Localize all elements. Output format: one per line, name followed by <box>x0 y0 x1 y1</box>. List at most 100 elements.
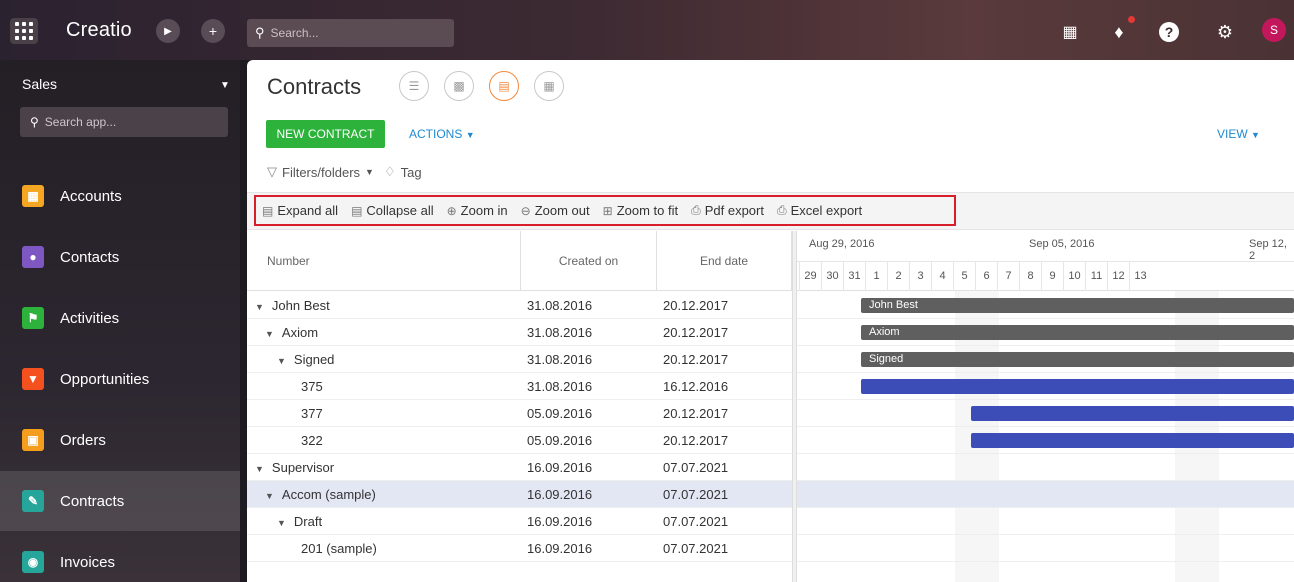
cell-number: 377 <box>301 406 323 421</box>
app-search-input[interactable]: ⚲ Search app... <box>20 107 228 137</box>
zoom-in-button[interactable]: ⊕ Zoom in <box>447 203 508 218</box>
sidebar-item-accounts[interactable]: ▦ Accounts <box>0 166 240 226</box>
chevron-down-icon[interactable]: ▼ <box>220 80 230 91</box>
table-row[interactable]: ▼ Axiom 31.08.2016 20.12.2017 <box>247 319 792 346</box>
table-row[interactable]: ▼ Supervisor 16.09.2016 07.07.2021 <box>247 454 792 481</box>
dashboard-view-button[interactable]: ▦ <box>534 71 564 101</box>
avatar[interactable]: S <box>1262 18 1286 42</box>
add-button[interactable]: + <box>201 19 225 43</box>
sidebar-item-orders[interactable]: ▣ Orders <box>0 410 240 470</box>
day-label: 1 <box>865 261 887 291</box>
header-created-on[interactable]: Created on <box>521 231 657 291</box>
cell-number: ▼ Accom (sample) <box>265 487 376 502</box>
excel-export-label: Excel export <box>790 203 863 218</box>
cell-end-date: 20.12.2017 <box>663 325 729 340</box>
notifications-button[interactable]: ♦ <box>1107 20 1131 44</box>
sidebar-item-contracts[interactable]: ✎ Contracts <box>0 471 240 531</box>
cell-created-on: 05.09.2016 <box>527 406 593 421</box>
help-button[interactable]: ? <box>1157 20 1181 44</box>
settings-button[interactable]: ⚙ <box>1213 20 1237 44</box>
plus-icon: + <box>208 23 218 39</box>
main-panel: Contracts ☰ ▩ ▤ ▦ NEW CONTRACT ACTIONS ▼… <box>247 60 1294 582</box>
chevron-down-icon[interactable]: ▼ <box>265 329 274 339</box>
cell-number-text: Accom (sample) <box>281 487 376 502</box>
chevron-down-icon[interactable]: ▼ <box>265 491 274 501</box>
gantt-bar[interactable]: Signed <box>861 352 1294 367</box>
collapse-icon: ▤ <box>351 203 363 218</box>
view-dropdown[interactable]: VIEW ▼ <box>1217 127 1260 141</box>
day-label: 11 <box>1085 261 1107 291</box>
cell-number-text: 201 (sample) <box>301 541 377 556</box>
table-row[interactable]: 201 (sample) 16.09.2016 07.07.2021 <box>247 535 792 562</box>
list-view-button[interactable]: ☰ <box>399 71 429 101</box>
sidebar-item-label: Activities <box>60 309 120 327</box>
header-number[interactable]: Number <box>247 231 521 291</box>
filter-icon: ▽ <box>267 164 277 179</box>
header-end-date[interactable]: End date <box>657 231 792 291</box>
pdf-icon: ⎙ <box>691 203 701 217</box>
cell-number: 201 (sample) <box>301 541 377 556</box>
grid-icon <box>15 22 33 40</box>
sidebar-item-invoices[interactable]: ◉ Invoices <box>0 532 240 582</box>
search-icon: ⚲ <box>255 25 265 40</box>
table-row[interactable]: 377 05.09.2016 20.12.2017 <box>247 400 792 427</box>
chevron-down-icon[interactable]: ▼ <box>277 518 286 528</box>
list-icon: ☰ <box>408 79 420 93</box>
bell-icon: ♦ <box>1114 21 1124 42</box>
cell-number-text: 375 <box>301 379 323 394</box>
chevron-down-icon[interactable]: ▼ <box>365 167 374 177</box>
collapse-all-button[interactable]: ▤ Collapse all <box>351 203 434 218</box>
cart-icon: ▣ <box>22 429 44 451</box>
day-label: 3 <box>909 261 931 291</box>
gantt-view-button[interactable]: ▤ <box>489 71 519 101</box>
gantt-row <box>797 454 1294 481</box>
new-contract-button[interactable]: NEW CONTRACT <box>266 120 385 148</box>
table-row[interactable]: ▼ Signed 31.08.2016 20.12.2017 <box>247 346 792 373</box>
gantt-bar[interactable]: John Best <box>861 298 1294 313</box>
global-search-input[interactable]: ⚲ Search... <box>247 19 454 47</box>
table-row[interactable]: 375 31.08.2016 16.12.2016 <box>247 373 792 400</box>
gantt-bar[interactable] <box>971 406 1294 421</box>
day-label: 30 <box>821 261 843 291</box>
apps-grid-button[interactable] <box>10 18 38 44</box>
actions-dropdown[interactable]: ACTIONS ▼ <box>409 127 475 141</box>
cell-number: ▼ Signed <box>277 352 334 367</box>
tag-button[interactable]: Tag <box>401 165 422 180</box>
excel-export-button[interactable]: ⎙ Excel export <box>777 203 862 218</box>
chevron-down-icon: ▼ <box>465 130 475 140</box>
expand-all-button[interactable]: ▤ Expand all <box>262 203 338 218</box>
cell-end-date: 20.12.2017 <box>663 406 729 421</box>
cell-end-date: 07.07.2021 <box>663 541 729 556</box>
gantt-bar-label: Signed <box>869 353 904 365</box>
cell-number-text: Signed <box>293 352 335 367</box>
workplace-title[interactable]: Sales <box>22 76 57 92</box>
table-row[interactable]: ▼ Accom (sample) 16.09.2016 07.07.2021 <box>247 481 792 508</box>
day-label: 2 <box>887 261 909 291</box>
sidebar-item-activities[interactable]: ⚑ Activities <box>0 288 240 348</box>
chevron-down-icon[interactable]: ▼ <box>255 302 264 312</box>
gantt-bar[interactable] <box>861 379 1294 394</box>
sidebar-item-contacts[interactable]: ● Contacts <box>0 227 240 287</box>
day-label: 13 <box>1129 261 1151 291</box>
gantt-bar[interactable]: Axiom <box>861 325 1294 340</box>
week-label: Sep 12, 2 <box>1249 238 1287 262</box>
app-hub-button[interactable]: ▦ <box>1058 20 1082 44</box>
zoom-out-button[interactable]: ⊖ Zoom out <box>521 203 590 218</box>
table-row[interactable]: ▼ John Best 31.08.2016 20.12.2017 <box>247 292 792 319</box>
chevron-down-icon[interactable]: ▼ <box>277 356 286 366</box>
table-row[interactable]: ▼ Draft 16.09.2016 07.07.2021 <box>247 508 792 535</box>
gantt-row: Signed <box>797 346 1294 373</box>
expand-all-label: Expand all <box>277 203 339 218</box>
cell-end-date: 07.07.2021 <box>663 487 729 502</box>
filters-folders-button[interactable]: Filters/folders <box>282 165 360 180</box>
gear-icon: ⚙ <box>1216 21 1234 42</box>
sidebar-item-opportunities[interactable]: ▼ Opportunities <box>0 349 240 409</box>
analytics-view-button[interactable]: ▩ <box>444 71 474 101</box>
table-row[interactable]: 322 05.09.2016 20.12.2017 <box>247 427 792 454</box>
chevron-down-icon[interactable]: ▼ <box>255 464 264 474</box>
gantt-bar[interactable] <box>971 433 1294 448</box>
run-process-button[interactable]: ▶ <box>156 19 180 43</box>
cell-number: ▼ Draft <box>277 514 322 529</box>
zoom-to-fit-button[interactable]: ⊞ Zoom to fit <box>603 203 678 218</box>
pdf-export-button[interactable]: ⎙ Pdf export <box>691 203 764 218</box>
